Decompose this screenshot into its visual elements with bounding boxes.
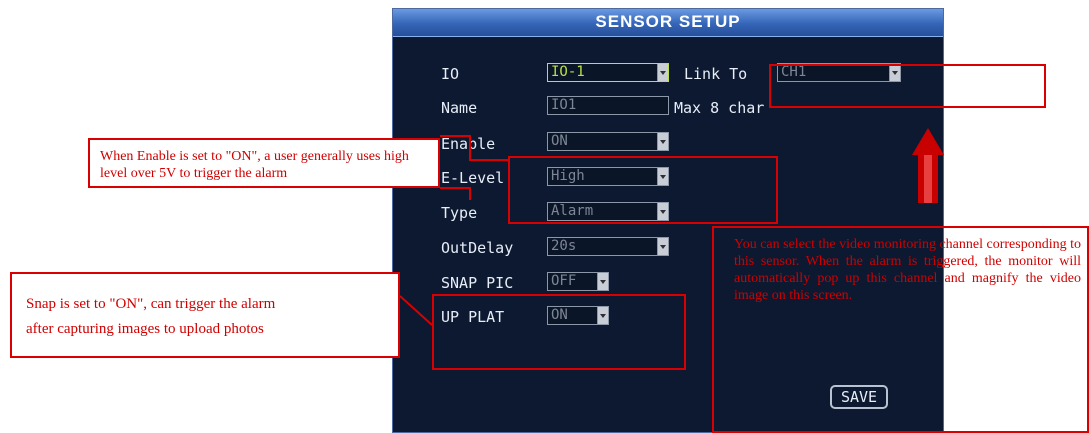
snap-note: Snap is set to "ON", can trigger the ala… bbox=[10, 272, 400, 358]
enable-note: When Enable is set to "ON", a user gener… bbox=[88, 138, 440, 188]
up-arrow-icon bbox=[912, 128, 944, 203]
snap-note-line-2: after capturing images to upload photos bbox=[26, 321, 264, 337]
snap-note-line-1: Snap is set to "ON", can trigger the ala… bbox=[26, 296, 276, 312]
enable-note-text: When Enable is set to "ON", a user gener… bbox=[100, 149, 409, 181]
channel-note: You can select the video monitoring chan… bbox=[712, 226, 1089, 433]
channel-note-text: You can select the video monitoring chan… bbox=[734, 237, 1081, 303]
enable-connector-line-2 bbox=[440, 187, 471, 200]
link-to-highlight-box bbox=[769, 64, 1046, 108]
e-level-type-highlight-box bbox=[508, 156, 778, 224]
snap-connector-line bbox=[399, 295, 433, 326]
snap-up-plat-highlight-box bbox=[432, 294, 686, 370]
enable-connector-line bbox=[440, 135, 508, 161]
